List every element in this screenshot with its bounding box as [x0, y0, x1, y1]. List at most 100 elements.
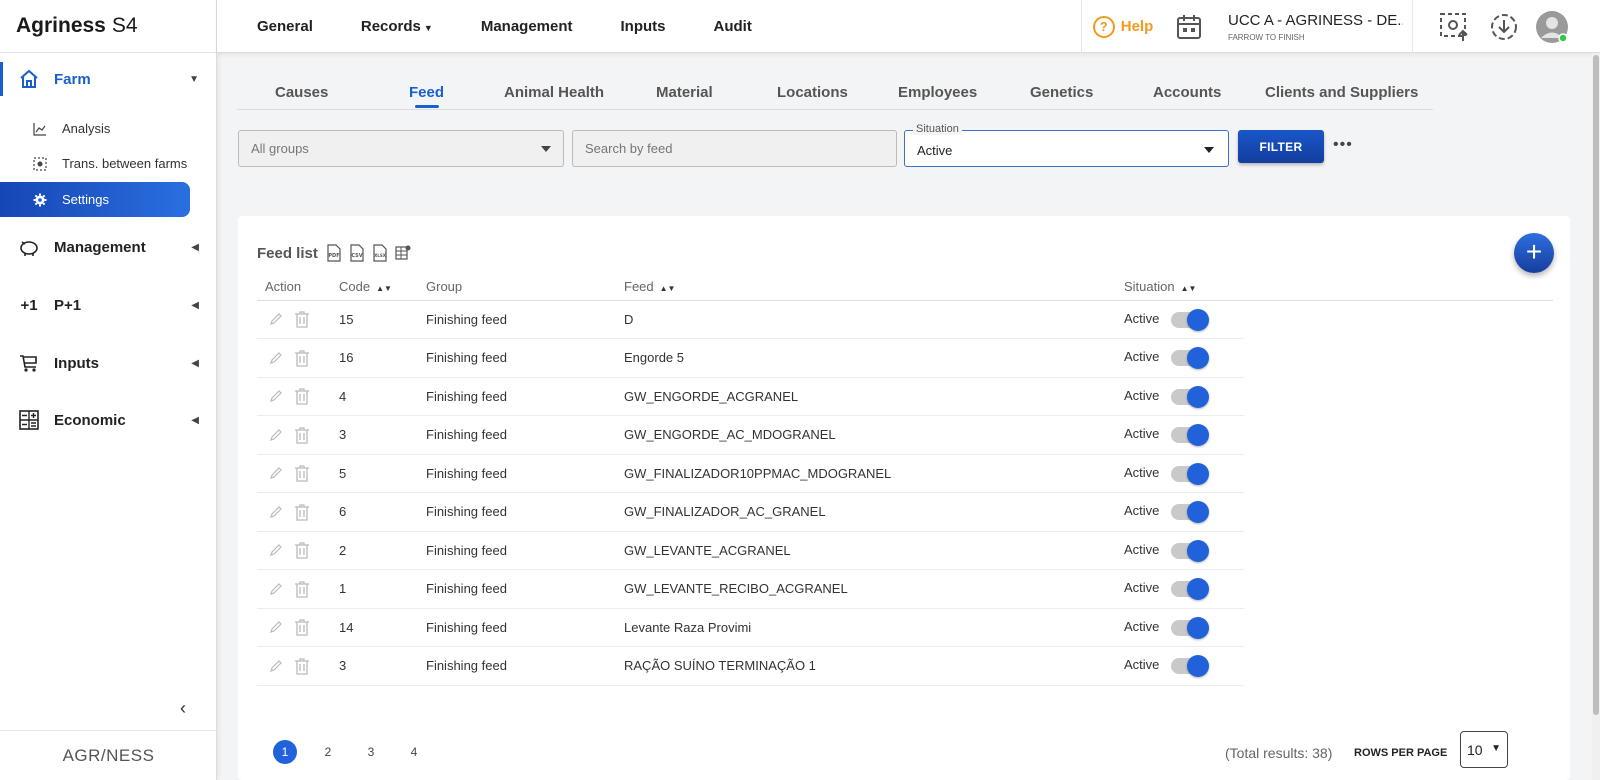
cell-spacer — [1244, 570, 1553, 609]
sidebar-item-transfers[interactable]: Trans. between farms — [0, 146, 190, 181]
more-options-icon[interactable]: ••• — [1333, 136, 1353, 154]
tab-genetics[interactable]: Genetics — [1030, 84, 1093, 101]
delete-icon[interactable] — [294, 657, 310, 675]
active-toggle[interactable] — [1171, 385, 1210, 408]
chevron-down-icon: ▼ — [1491, 743, 1501, 754]
edit-icon[interactable] — [269, 466, 283, 480]
delete-icon[interactable] — [294, 464, 310, 482]
upload-capture-button[interactable] — [1437, 10, 1471, 44]
sidebar-item-settings[interactable]: Settings — [0, 182, 190, 217]
edit-icon[interactable] — [269, 505, 283, 519]
search-input[interactable] — [572, 130, 897, 167]
delete-icon[interactable] — [294, 541, 310, 559]
col-situation[interactable]: Situation ▲▼ — [1124, 274, 1244, 301]
row-actions — [257, 300, 339, 339]
edit-icon[interactable] — [269, 582, 283, 596]
nav-economic-label: Economic — [54, 411, 126, 429]
active-toggle[interactable] — [1171, 424, 1210, 447]
cart-icon — [18, 352, 40, 374]
menu-management[interactable]: Management — [481, 18, 573, 35]
chevron-down-icon: ▼ — [189, 73, 199, 85]
active-toggle[interactable] — [1171, 308, 1210, 331]
farm-selector[interactable]: UCC A - AGRINESS - DE... FARROW TO FINIS… — [1228, 12, 1403, 42]
active-toggle[interactable] — [1171, 578, 1210, 601]
active-toggle[interactable] — [1171, 616, 1210, 639]
edit-icon[interactable] — [269, 312, 283, 326]
xlsx-export-icon[interactable]: XLSX — [372, 244, 388, 262]
menu-inputs[interactable]: Inputs — [621, 18, 666, 35]
situation-value: Active — [917, 143, 953, 158]
filter-button[interactable]: FILTER — [1238, 130, 1324, 163]
sidebar-item-label: Settings — [62, 192, 109, 207]
page-scrollbar[interactable] — [1592, 53, 1600, 780]
row-actions — [257, 338, 339, 378]
csv-export-icon[interactable]: CSV — [349, 244, 365, 262]
download-button[interactable] — [1487, 10, 1521, 44]
tab-accounts[interactable]: Accounts — [1153, 84, 1221, 101]
table-row: 3 Finishing feed GW_ENGORDE_AC_MDOGRANEL Ac… — [257, 415, 1553, 455]
delete-icon[interactable] — [294, 426, 310, 444]
nav-inputs[interactable]: Inputs ◀ — [0, 348, 217, 378]
pdf-export-icon[interactable]: PDF — [326, 244, 342, 262]
delete-icon[interactable] — [294, 503, 310, 521]
nav-p1[interactable]: +1 P+1 ◀ — [0, 290, 217, 320]
help-button[interactable]: ? Help — [1081, 0, 1164, 53]
nav-economic[interactable]: Economic ◀ — [0, 405, 217, 435]
edit-icon[interactable] — [269, 543, 283, 557]
brand-logo[interactable]: Agriness S4 — [0, 0, 216, 53]
menu-records[interactable]: Records ▼ — [361, 18, 433, 35]
active-toggle[interactable] — [1171, 462, 1210, 485]
help-label: Help — [1120, 18, 1154, 35]
cell-code: 2 — [339, 531, 426, 570]
delete-icon[interactable] — [294, 349, 310, 367]
add-feed-button[interactable]: + — [1514, 233, 1554, 273]
calculator-icon — [18, 409, 40, 431]
tab-causes[interactable]: Causes — [275, 84, 328, 101]
tab-clients-suppliers[interactable]: Clients and Suppliers — [1265, 84, 1418, 101]
menu-general[interactable]: General — [257, 18, 313, 35]
menu-audit[interactable]: Audit — [714, 18, 752, 35]
page-4[interactable]: 4 — [402, 740, 426, 764]
tab-animal-health[interactable]: Animal Health — [504, 84, 604, 101]
table-row: 3 Finishing feed RAÇÃO SUÍNO TERMINAÇÃO 1A… — [257, 646, 1553, 686]
page-1[interactable]: 1 — [273, 740, 297, 764]
active-toggle[interactable] — [1171, 501, 1210, 524]
delete-icon[interactable] — [294, 387, 310, 405]
nav-management[interactable]: Management ◀ — [0, 232, 217, 262]
delete-icon[interactable] — [294, 580, 310, 598]
avatar-icon — [1536, 11, 1568, 43]
delete-icon[interactable] — [294, 310, 310, 328]
situation-select[interactable]: Situation Active — [904, 123, 1229, 167]
cell-situation: Active — [1124, 454, 1244, 493]
tab-employees[interactable]: Employees — [898, 84, 977, 101]
table-settings-icon[interactable] — [395, 244, 411, 262]
nav-farm[interactable]: Farm ▼ — [0, 62, 217, 96]
edit-icon[interactable] — [269, 659, 283, 673]
sidebar-item-analysis[interactable]: Analysis — [0, 111, 190, 146]
cell-spacer — [1244, 377, 1553, 416]
tab-feed[interactable]: Feed — [409, 84, 444, 108]
page-3[interactable]: 3 — [359, 740, 383, 764]
edit-icon[interactable] — [269, 428, 283, 442]
rows-per-page-select[interactable]: 10 ▼ — [1460, 731, 1508, 768]
edit-icon[interactable] — [269, 620, 283, 634]
page-2[interactable]: 2 — [316, 740, 340, 764]
col-feed[interactable]: Feed ▲▼ — [624, 274, 1124, 301]
tab-material[interactable]: Material — [656, 84, 713, 101]
calendar-button[interactable] — [1164, 0, 1214, 53]
cell-code: 14 — [339, 608, 426, 647]
col-code[interactable]: Code ▲▼ — [339, 274, 426, 301]
edit-icon[interactable] — [269, 351, 283, 365]
tab-locations[interactable]: Locations — [777, 84, 848, 101]
active-toggle[interactable] — [1171, 347, 1210, 370]
user-avatar[interactable] — [1535, 10, 1569, 44]
collapse-sidebar-button[interactable]: ‹ — [180, 698, 186, 719]
group-select[interactable]: All groups — [238, 130, 564, 167]
edit-icon[interactable] — [269, 389, 283, 403]
active-toggle[interactable] — [1171, 655, 1210, 678]
active-toggle[interactable] — [1171, 539, 1210, 562]
row-actions — [257, 608, 339, 647]
nav-farm-label: Farm — [54, 70, 91, 88]
delete-icon[interactable] — [294, 618, 310, 636]
scrollbar-thumb[interactable] — [1593, 55, 1599, 715]
